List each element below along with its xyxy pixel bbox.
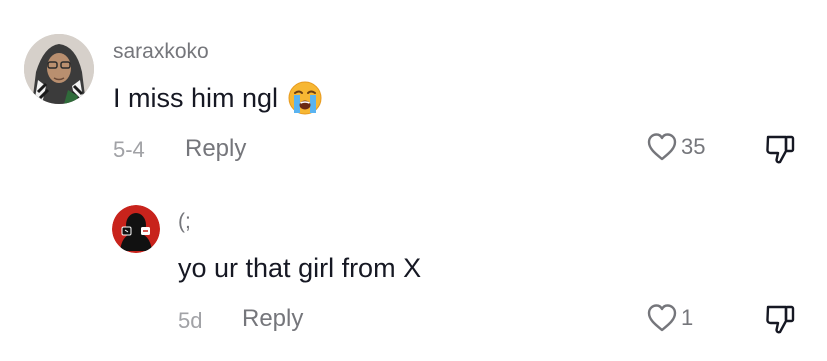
comment-text-content: I miss him ngl (113, 82, 279, 113)
username[interactable]: (; (178, 210, 191, 234)
comment-date: 5d (178, 308, 203, 333)
dislike-button[interactable] (762, 301, 798, 342)
heart-outline-icon (647, 133, 677, 161)
like-count: 35 (681, 134, 706, 159)
dislike-button[interactable] (762, 131, 798, 172)
avatar[interactable] (24, 34, 94, 104)
like-button[interactable]: 1 (645, 301, 693, 335)
loudly-crying-face-icon (288, 81, 322, 115)
comment-date: 5-4 (113, 137, 145, 162)
reply-button[interactable]: Reply (185, 135, 246, 163)
reply-comment-item: (; yo ur that girl from X 5d Reply 1 (0, 190, 827, 361)
thumbs-down-outline-icon (766, 135, 795, 164)
heart-outline-icon (647, 304, 677, 332)
thumbs-down-outline-icon (766, 305, 795, 334)
avatar-image (24, 34, 94, 104)
comment-text-content: yo ur that girl from X (178, 252, 422, 283)
comment-text: yo ur that girl from X (178, 250, 421, 286)
comment-text: I miss him ngl (113, 80, 322, 116)
avatar-image (112, 205, 160, 253)
reply-button[interactable]: Reply (242, 305, 303, 333)
like-button[interactable]: 35 (645, 130, 705, 164)
username[interactable]: saraxkoko (113, 40, 209, 64)
comment-item: saraxkoko I miss him ngl 5-4 Reply 35 (0, 0, 827, 190)
avatar[interactable] (112, 205, 160, 253)
like-count: 1 (681, 305, 694, 330)
